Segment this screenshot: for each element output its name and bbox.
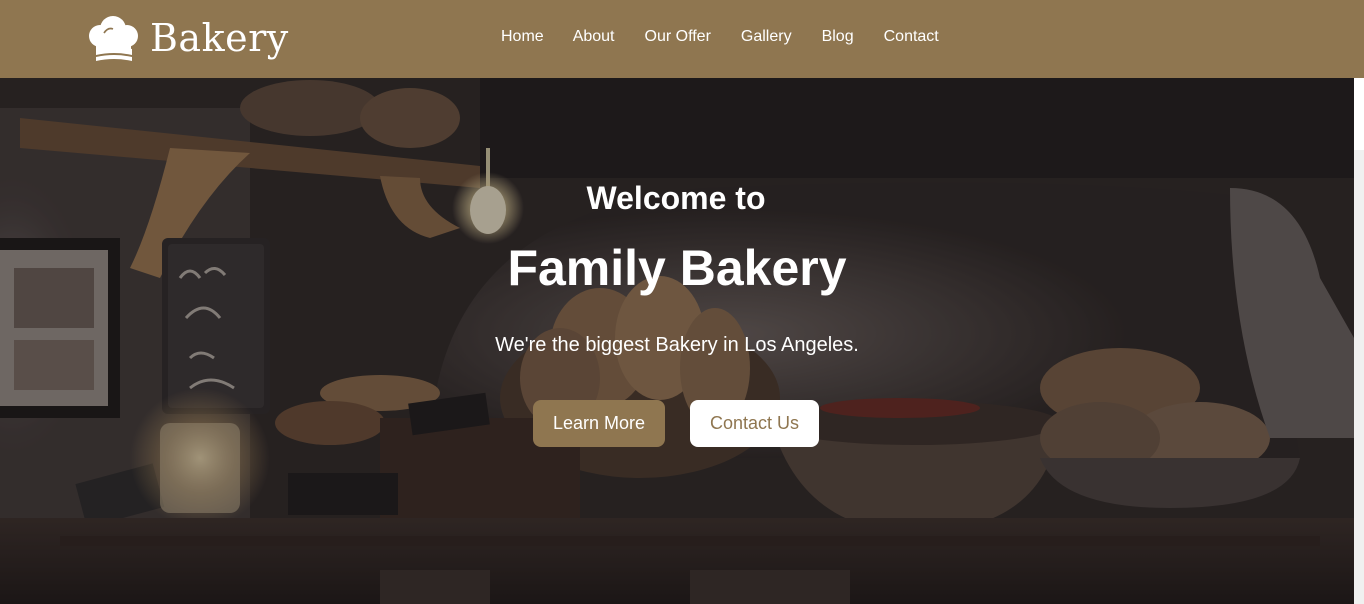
hero-section: Welcome to Family Bakery We're the bigge… [0,78,1354,604]
main-nav: Home About Our Offer Gallery Blog Contac… [501,27,939,47]
hero-subtitle: We're the biggest Bakery in Los Angeles. [495,334,859,356]
hero-title: Family Bakery [507,240,847,296]
contact-us-button[interactable]: Contact Us [690,400,819,447]
scrollbar-thumb[interactable] [1354,78,1364,150]
nav-link-home[interactable]: Home [501,27,544,47]
learn-more-button[interactable]: Learn More [533,400,665,447]
hero-content: Welcome to Family Bakery We're the bigge… [0,78,1354,604]
scrollbar-track[interactable] [1354,78,1364,604]
chef-hat-icon [86,15,142,63]
brand-logo[interactable]: Bakery [86,14,289,64]
nav-link-about[interactable]: About [573,27,615,47]
brand-name: Bakery [150,16,289,60]
nav-link-our-offer[interactable]: Our Offer [645,27,711,47]
hero-welcome-text: Welcome to [586,180,766,216]
nav-link-blog[interactable]: Blog [822,27,854,47]
nav-link-gallery[interactable]: Gallery [741,27,792,47]
nav-link-contact[interactable]: Contact [884,27,939,47]
navbar: Bakery Home About Our Offer Gallery Blog… [0,0,1364,78]
